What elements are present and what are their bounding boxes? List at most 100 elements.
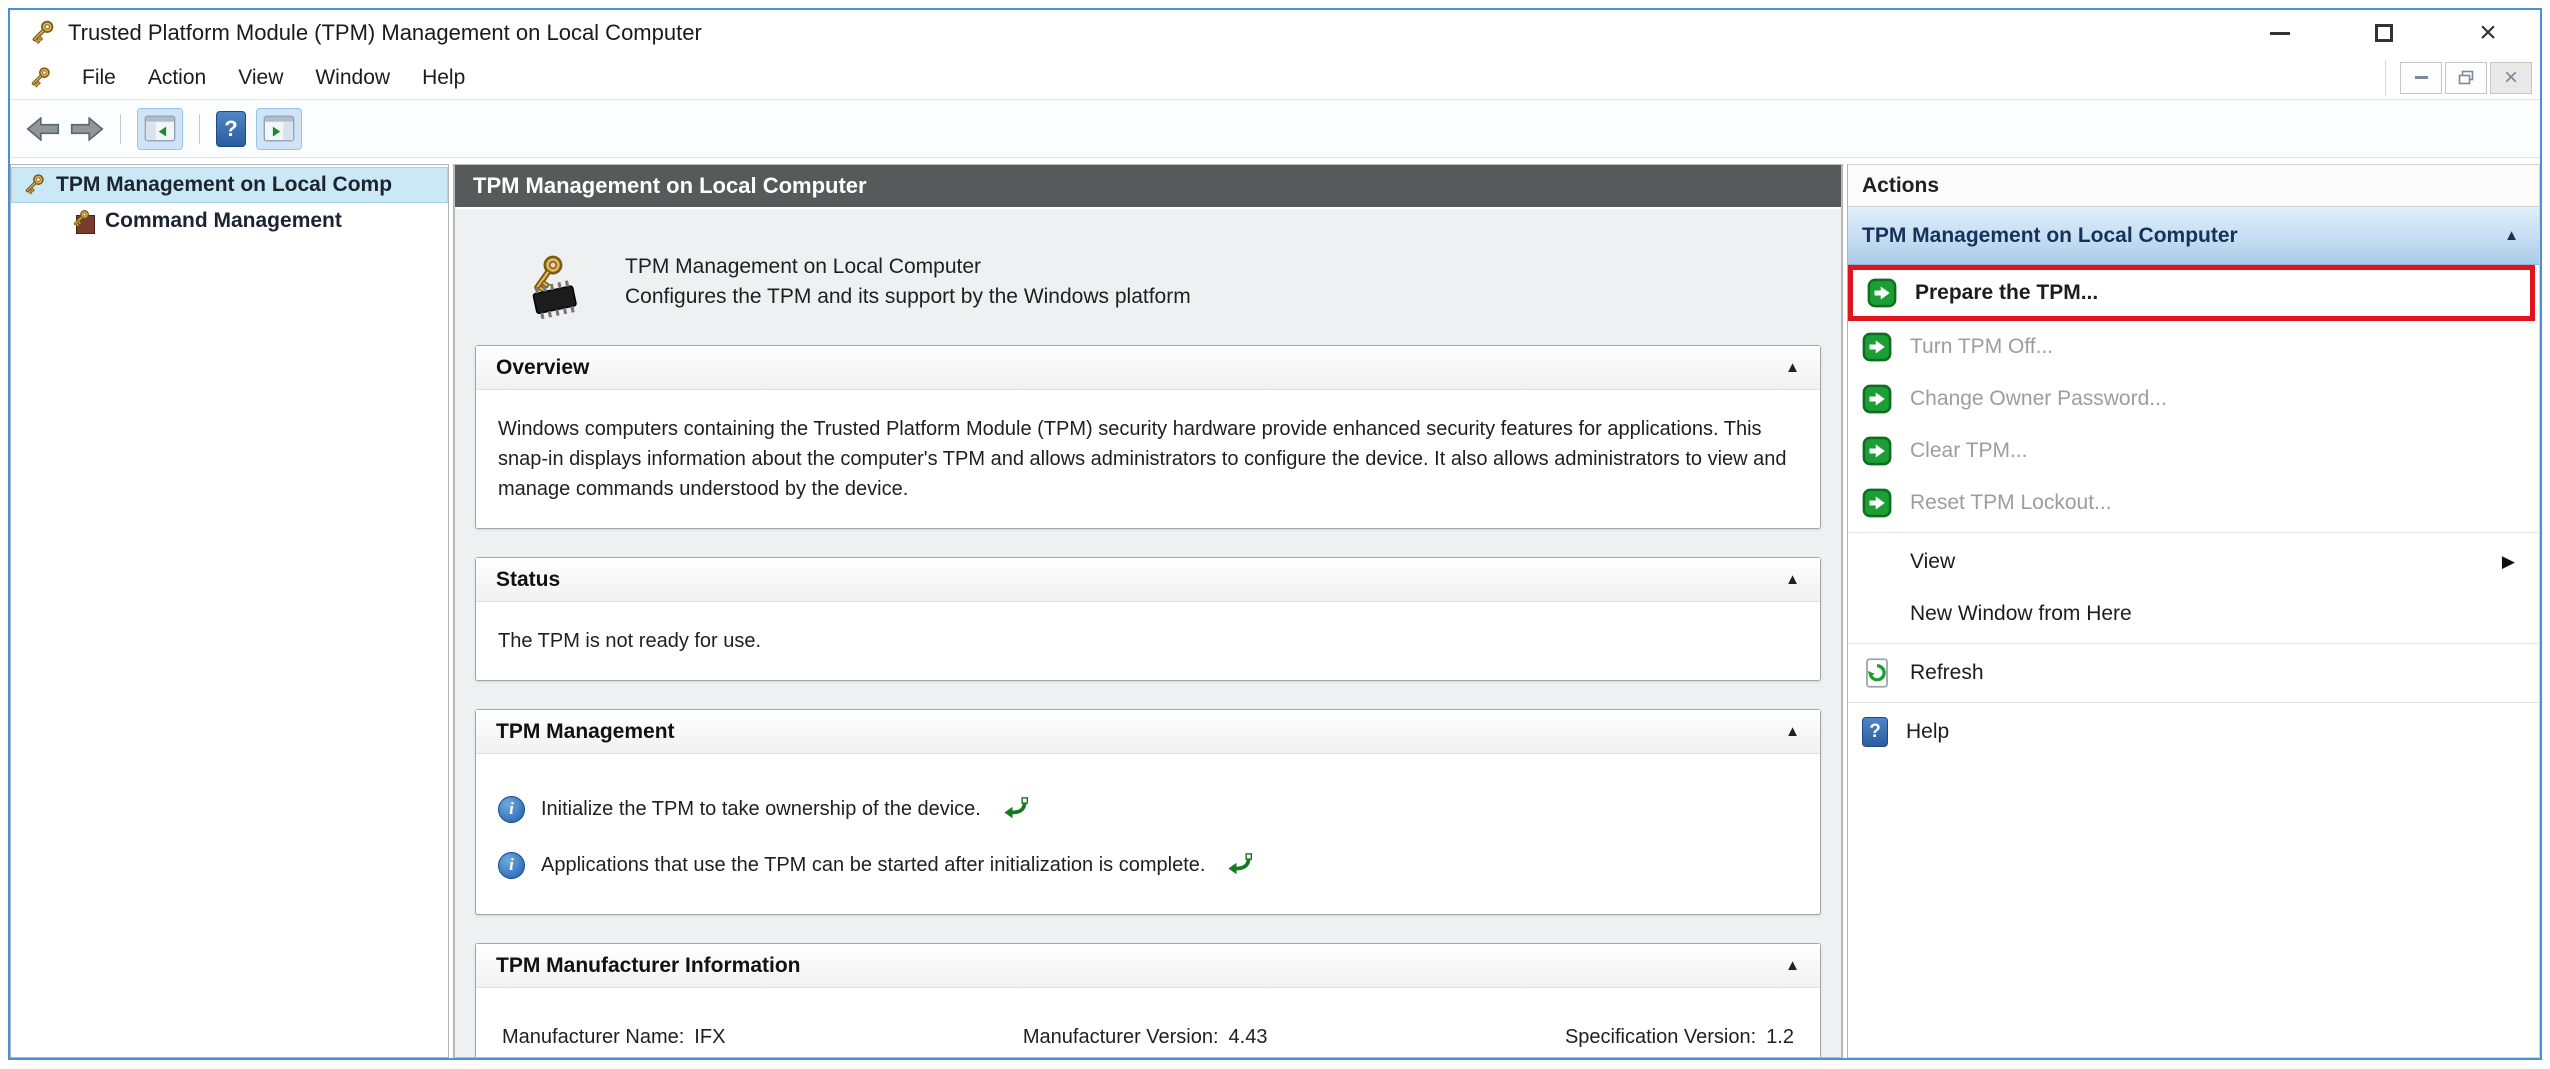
back-icon[interactable]	[26, 117, 60, 141]
action-label: Clear TPM...	[1910, 439, 2027, 463]
actions-group-title: TPM Management on Local Computer	[1862, 224, 2238, 248]
app-window: Trusted Platform Module (TPM) Management…	[8, 8, 2542, 1060]
toolbar: ?	[10, 100, 2540, 158]
actions-separator	[1848, 532, 2539, 533]
actions-separator	[1848, 643, 2539, 644]
field-label: Manufacturer Version:	[1023, 1026, 1219, 1048]
forward-icon[interactable]	[70, 117, 104, 141]
action-label: Prepare the TPM...	[1915, 281, 2098, 305]
mdi-minimize-button[interactable]	[2400, 62, 2442, 94]
tpm-key-icon	[20, 172, 46, 198]
minimize-icon	[2270, 32, 2290, 35]
section-overview: Overview ▲ Windows computers containing …	[475, 345, 1821, 529]
management-item: i Initialize the TPM to take ownership o…	[498, 794, 1798, 824]
tree-item-command-management[interactable]: Command Management	[11, 203, 448, 239]
show-action-pane-button[interactable]	[256, 108, 302, 150]
snapin-hero: TPM Management on Local Computer Configu…	[469, 209, 1827, 345]
command-key-icon	[69, 208, 95, 234]
menu-items: File Action View Window Help	[68, 60, 479, 96]
info-icon: i	[498, 852, 525, 879]
menu-action[interactable]: Action	[134, 60, 220, 96]
section-status-header[interactable]: Status ▲	[476, 558, 1820, 602]
show-action-pane-icon	[263, 115, 295, 142]
annotation-highlight-box: Prepare the TPM...	[1848, 265, 2535, 321]
info-icon: i	[498, 796, 525, 823]
refresh-icon	[1862, 658, 1892, 688]
console-tree: TPM Management on Local Comp Command Man…	[10, 164, 448, 1058]
actions-separator	[1848, 702, 2539, 703]
action-new-window-from-here[interactable]: New Window from Here	[1848, 588, 2539, 640]
tree-item-tpm-management[interactable]: TPM Management on Local Comp	[11, 167, 448, 203]
mdi-restore-button[interactable]	[2445, 62, 2487, 94]
show-console-tree-button[interactable]	[137, 108, 183, 150]
section-manufacturer-info-header[interactable]: TPM Manufacturer Information ▲	[476, 944, 1820, 988]
field-value: 1.2	[1766, 1026, 1794, 1048]
field-label: Manufacturer Name:	[502, 1026, 684, 1048]
maximize-button[interactable]	[2332, 10, 2436, 56]
minimize-button[interactable]	[2228, 10, 2332, 56]
tpm-key-app-icon	[26, 18, 56, 48]
section-overview-header[interactable]: Overview ▲	[476, 346, 1820, 390]
section-overview-body: Windows computers containing the Trusted…	[476, 390, 1820, 528]
maximize-icon	[2375, 24, 2393, 42]
close-button[interactable]: ×	[2436, 10, 2540, 56]
toolbar-help-icon[interactable]: ?	[216, 111, 246, 147]
mdi-close-button[interactable]: ×	[2490, 62, 2532, 94]
actions-pane-title: Actions	[1848, 165, 2539, 207]
snapin-title: TPM Management on Local Computer	[625, 255, 1191, 279]
results-pane-title: TPM Management on Local Computer	[473, 173, 867, 199]
window-title: Trusted Platform Module (TPM) Management…	[68, 20, 702, 46]
action-label: New Window from Here	[1910, 602, 2132, 626]
window-controls: ×	[2228, 10, 2540, 56]
actions-group-bar[interactable]: TPM Management on Local Computer ▲	[1848, 207, 2539, 265]
collapse-icon[interactable]: ▲	[1785, 571, 1800, 588]
action-clear-tpm[interactable]: Clear TPM...	[1848, 425, 2539, 477]
action-refresh[interactable]: Refresh	[1848, 647, 2539, 699]
action-view[interactable]: View ▶	[1848, 536, 2539, 588]
actions-pane: Actions TPM Management on Local Computer…	[1848, 164, 2540, 1058]
mdi-minimize-icon	[2415, 76, 2428, 79]
show-console-tree-icon	[144, 115, 176, 142]
section-title: Status	[496, 568, 560, 592]
section-status: Status ▲ The TPM is not ready for use.	[475, 557, 1821, 681]
section-tpm-management-header[interactable]: TPM Management ▲	[476, 710, 1820, 754]
management-item: i Applications that use the TPM can be s…	[498, 850, 1798, 880]
go-arrow-icon	[1862, 332, 1892, 362]
action-prepare-the-tpm[interactable]: Prepare the TPM...	[1853, 270, 2530, 316]
submenu-arrow-icon: ▶	[2502, 552, 2525, 572]
collapse-icon[interactable]: ▲	[1785, 359, 1800, 376]
section-tpm-management-body: i Initialize the TPM to take ownership o…	[476, 754, 1820, 914]
field-value: 4.43	[1229, 1026, 1268, 1048]
title-bar: Trusted Platform Module (TPM) Management…	[10, 10, 2540, 56]
menu-help[interactable]: Help	[408, 60, 479, 96]
menu-bar: File Action View Window Help ×	[10, 56, 2540, 100]
manufacturer-name-field: Manufacturer Name:IFX	[502, 1022, 725, 1052]
collapse-icon[interactable]: ▲	[2504, 227, 2519, 244]
action-label: Turn TPM Off...	[1910, 335, 2053, 359]
action-help[interactable]: ? Help	[1848, 706, 2539, 758]
section-title: TPM Manufacturer Information	[496, 954, 801, 978]
help-icon: ?	[1862, 717, 1888, 747]
results-pane-header: TPM Management on Local Computer	[455, 165, 1841, 209]
section-tpm-management: TPM Management ▲ i Initialize the TPM to…	[475, 709, 1821, 915]
jump-arrow-icon[interactable]	[1227, 853, 1253, 877]
results-pane: TPM Management on Local Computer TPM Man…	[454, 164, 1842, 1058]
action-label: Help	[1906, 720, 1949, 744]
action-change-owner-password[interactable]: Change Owner Password...	[1848, 373, 2539, 425]
console-document-icon	[26, 65, 52, 91]
collapse-icon[interactable]: ▲	[1785, 957, 1800, 974]
menu-window[interactable]: Window	[301, 60, 404, 96]
jump-arrow-icon[interactable]	[1003, 797, 1029, 821]
collapse-icon[interactable]: ▲	[1785, 723, 1800, 740]
action-reset-tpm-lockout[interactable]: Reset TPM Lockout...	[1848, 477, 2539, 529]
snapin-subtitle: Configures the TPM and its support by th…	[625, 285, 1191, 309]
console-panels: TPM Management on Local Comp Command Man…	[10, 158, 2540, 1058]
mdi-restore-icon	[2458, 70, 2474, 86]
menu-view[interactable]: View	[224, 60, 297, 96]
results-pane-body: TPM Management on Local Computer Configu…	[455, 209, 1841, 1057]
menu-file[interactable]: File	[68, 60, 130, 96]
action-label: Reset TPM Lockout...	[1910, 491, 2112, 515]
action-turn-tpm-off[interactable]: Turn TPM Off...	[1848, 321, 2539, 373]
section-title: Overview	[496, 356, 589, 380]
tree-item-label: Command Management	[105, 209, 342, 233]
